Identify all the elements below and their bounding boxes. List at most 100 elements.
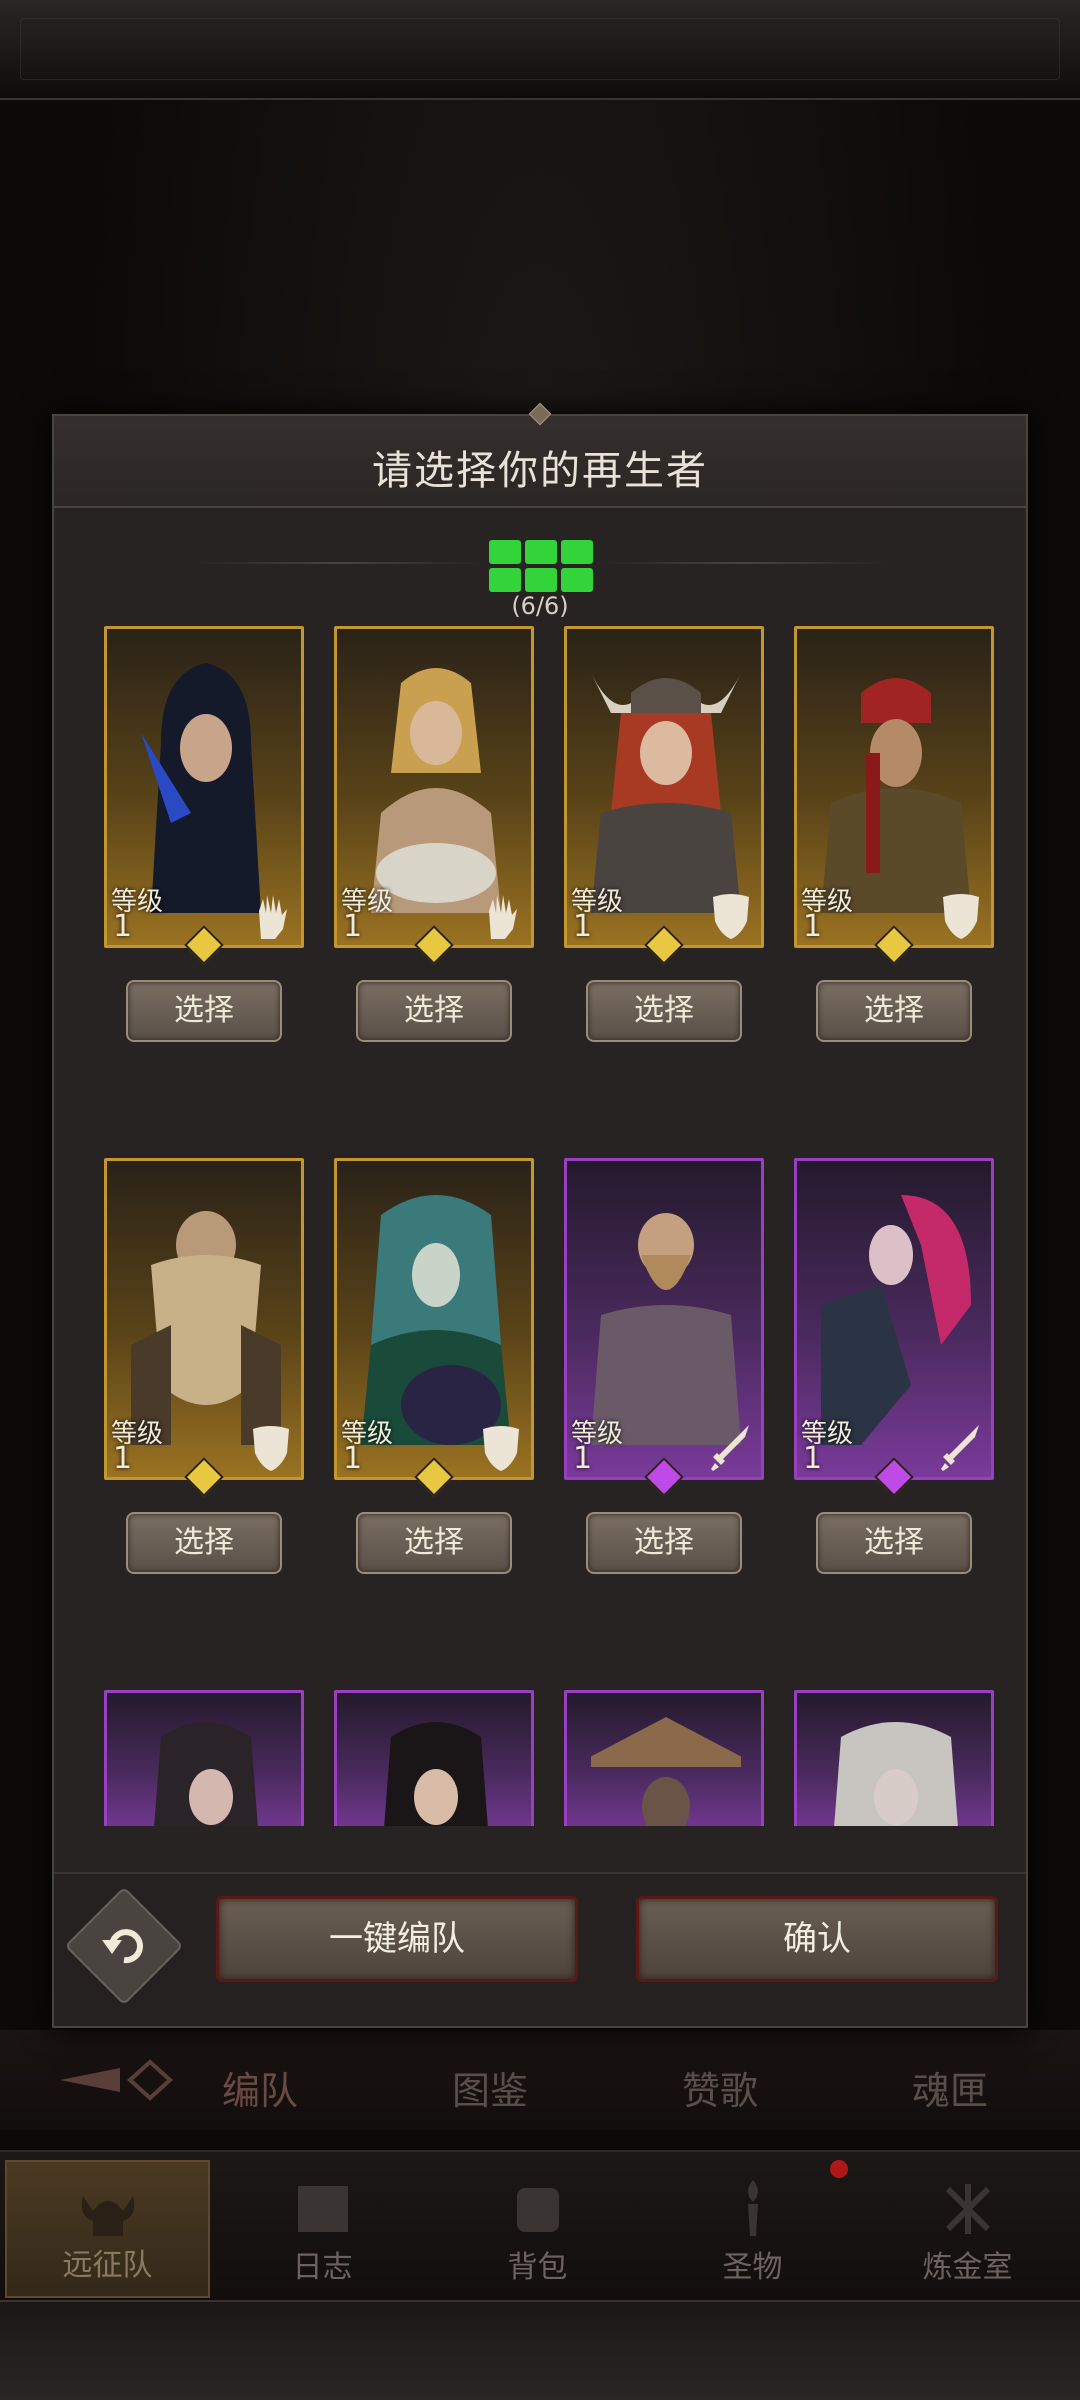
hero-portrait [334, 1690, 534, 1826]
tab-hymn[interactable]: 赞歌 [682, 2060, 758, 2115]
level-value: 1 [113, 1441, 133, 1476]
top-frame [0, 0, 1080, 100]
hero-card[interactable] [104, 1690, 304, 1826]
level-value: 1 [343, 1441, 363, 1476]
sub-tab-bar: 编队 图鉴 赞歌 魂匣 [0, 2030, 1080, 2130]
torch-icon [747, 2180, 758, 2236]
hero-card[interactable]: 等级 1 [794, 626, 994, 965]
hero-card[interactable]: 等级 1 [104, 626, 304, 965]
select-button[interactable]: 选择 [356, 1512, 512, 1574]
hero-card[interactable]: 等级 1 [794, 1158, 994, 1497]
nav-label: 圣物 [722, 2250, 783, 2285]
nav-label: 炼金室 [922, 2250, 1013, 2285]
shield-icon [943, 894, 979, 939]
nav-backpack[interactable]: 背包 [435, 2160, 640, 2298]
select-button[interactable]: 选择 [816, 980, 972, 1042]
dialog-title: 请选择你的再生者 [372, 448, 708, 494]
hero-portrait: 等级 1 [564, 1158, 764, 1480]
bottom-frame [0, 2300, 1080, 2400]
hero-select-dialog: 请选择你的再生者 (6/6) 等级 1 等级 1 等级 1 等级 1 选择 选择… [52, 402, 1028, 2028]
hero-card[interactable]: 等级 1 [564, 1158, 764, 1497]
elf-sorceress-portrait [361, 1195, 511, 1445]
nav-label: 日志 [292, 2250, 353, 2285]
hero-grid: 等级 1 等级 1 等级 1 等级 1 选择 选择 选择 选择 等级 1 等级 … [54, 626, 1026, 1826]
select-button[interactable]: 选择 [126, 1512, 282, 1574]
scroll-icon [297, 2186, 348, 2232]
team-slot [525, 540, 557, 564]
red-hooded-hero-portrait [154, 1722, 258, 1826]
team-count: (6/6) [511, 592, 569, 620]
dark-haired-woman-portrait [384, 1722, 488, 1826]
hero-card[interactable] [564, 1690, 764, 1826]
bottom-nav: 远征队 日志 背包 圣物 炼金室 [0, 2150, 1080, 2300]
hero-portrait: 等级 1 [334, 626, 534, 948]
hero-portrait [104, 1690, 304, 1826]
hero-portrait: 等级 1 [794, 626, 994, 948]
sword-icon [711, 1425, 749, 1471]
hero-portrait [564, 1690, 764, 1826]
bearded-barbarian-portrait [591, 1213, 741, 1445]
silver-haired-elf-portrait [834, 1722, 958, 1826]
select-button[interactable]: 选择 [586, 980, 742, 1042]
turbaned-knight-portrait [821, 678, 971, 913]
alchemy-icon [945, 2184, 990, 2234]
arrow-indicator-icon [60, 2059, 173, 2101]
nav-expedition[interactable]: 远征队 [5, 2160, 210, 2298]
nav-label: 背包 [507, 2250, 568, 2285]
team-indicator: (6/6) [54, 508, 1026, 620]
nav-label: 远征队 [62, 2248, 153, 2283]
hero-portrait [794, 1690, 994, 1826]
dialog-header: 请选择你的再生者 [54, 402, 1026, 508]
level-value: 1 [573, 909, 593, 944]
nav-journal[interactable]: 日志 [220, 2160, 425, 2298]
viking-helmet-icon [81, 2196, 134, 2236]
level-value: 1 [803, 909, 823, 944]
team-slot [489, 568, 521, 592]
nav-alchemy[interactable]: 炼金室 [865, 2160, 1070, 2298]
straw-hat-wanderer-portrait [591, 1717, 741, 1826]
hero-card[interactable] [334, 1690, 534, 1826]
hero-card[interactable]: 等级 1 [334, 1158, 534, 1497]
select-button[interactable]: 选择 [816, 1512, 972, 1574]
select-button[interactable]: 选择 [356, 980, 512, 1042]
team-slot [561, 568, 593, 592]
hero-portrait: 等级 1 [794, 1158, 994, 1480]
select-button[interactable]: 选择 [126, 980, 282, 1042]
level-value: 1 [343, 909, 363, 944]
hero-card[interactable]: 等级 1 [564, 626, 764, 965]
level-value: 1 [803, 1441, 823, 1476]
notification-dot [830, 2160, 848, 2178]
tab-formation[interactable]: 编队 [222, 2060, 298, 2115]
hero-portrait: 等级 1 [104, 626, 304, 948]
hero-card[interactable]: 等级 1 [334, 626, 534, 965]
dwarf-portrait [131, 1211, 281, 1445]
blonde-warrior-portrait [371, 668, 501, 913]
undo-arrow-icon [102, 1929, 143, 1964]
team-slot [525, 568, 557, 592]
pink-haired-fighter-portrait [821, 1195, 971, 1445]
hero-portrait: 等级 1 [564, 626, 764, 948]
tab-codex[interactable]: 图鉴 [452, 2060, 528, 2115]
shield-icon [253, 1426, 289, 1471]
dialog-footer: 一键编队 确认 [54, 1872, 1026, 2026]
hero-card[interactable]: 等级 1 [104, 1158, 304, 1497]
tab-soul-box[interactable]: 魂匣 [912, 2060, 988, 2115]
team-slot [561, 540, 593, 564]
backpack-icon [516, 2188, 559, 2232]
viking-woman-portrait [591, 673, 741, 913]
hero-portrait: 等级 1 [334, 1158, 534, 1480]
confirm-button[interactable]: 确认 [636, 1896, 998, 1982]
hero-card[interactable] [794, 1690, 994, 1826]
shield-icon [713, 894, 749, 939]
team-slot [489, 540, 521, 564]
divider [194, 562, 484, 564]
select-button[interactable]: 选择 [586, 1512, 742, 1574]
palm-icon [489, 895, 517, 939]
nav-relics[interactable]: 圣物 [650, 2160, 855, 2298]
sword-icon [941, 1425, 979, 1471]
hero-portrait: 等级 1 [104, 1158, 304, 1480]
hooded-rogue-portrait [141, 663, 261, 913]
team-slots-icon [489, 540, 593, 594]
auto-team-button[interactable]: 一键编队 [216, 1896, 578, 1982]
shield-icon [483, 1426, 519, 1471]
